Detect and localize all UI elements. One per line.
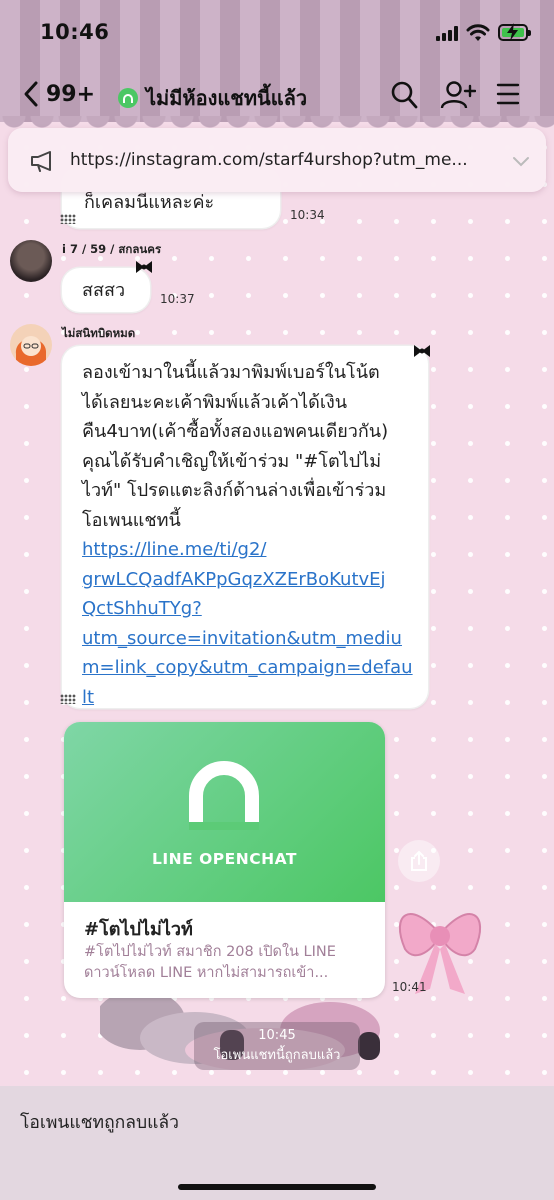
chevron-down-icon[interactable] xyxy=(512,156,530,168)
lace-decoration xyxy=(60,214,76,224)
announcement-banner[interactable]: https://instagram.com/starf4urshop?utm_m… xyxy=(8,128,546,192)
navigation-bar: 99+ ไม่มีห้องแชทนี้แล้ว xyxy=(0,70,554,120)
card-brand: LINE OPENCHAT xyxy=(152,850,297,868)
wifi-icon xyxy=(466,24,490,41)
bow-icon xyxy=(136,261,152,273)
message-bubble[interactable]: สสสว xyxy=(62,268,150,312)
message-text: สสสว xyxy=(82,280,126,301)
card-hero-image: LINE OPENCHAT xyxy=(64,722,385,902)
status-time: 10:46 xyxy=(40,20,110,44)
system-message-time: 10:45 xyxy=(258,1028,296,1043)
message-time: 10:41 xyxy=(392,980,427,994)
system-message: 10:45 โอเพนแชทนี้ถูกลบแล้ว xyxy=(194,1022,360,1070)
card-title: #โตไปไม่ไวท์ xyxy=(84,919,193,940)
invitation-link[interactable]: https://line.me/ti/g2/ grwLCQadfAKPpGqzX… xyxy=(82,535,428,712)
openchat-icon xyxy=(118,88,138,108)
chat-title: ไม่มีห้องแชทนี้แล้ว xyxy=(146,86,308,110)
avatar[interactable] xyxy=(10,240,52,282)
message-time: 10:37 xyxy=(160,292,195,306)
line-openchat-logo-icon xyxy=(189,761,259,830)
share-icon xyxy=(411,850,427,871)
status-bar: 10:46 xyxy=(0,0,554,64)
share-button[interactable] xyxy=(398,840,440,882)
message-text: ก็เคลมนีแหละค่ะ xyxy=(84,192,215,213)
lace-decoration xyxy=(60,694,76,704)
system-message-text: โอเพนแชทนี้ถูกลบแล้ว xyxy=(213,1048,341,1063)
message-bubble[interactable]: ลองเข้ามาในนี้แล้วมาพิมพ์เบอร์ในโน้ต ได้… xyxy=(62,346,428,708)
chat-title-group[interactable]: ไม่มีห้องแชทนี้แล้ว xyxy=(118,82,307,114)
menu-icon[interactable] xyxy=(496,80,520,108)
sender-name: ไม่สนิทบิดหมด xyxy=(62,326,136,340)
home-indicator[interactable] xyxy=(178,1184,376,1190)
chevron-left-icon xyxy=(24,81,38,107)
cellular-signal-icon xyxy=(436,26,458,41)
search-icon[interactable] xyxy=(390,80,418,110)
sender-name: i 7 / 59 / สกลนคร xyxy=(62,242,162,256)
card-description: #โตไปไม่ไวท์ สมาชิก 208 เปิดใน LINE ดาวน… xyxy=(84,944,336,981)
message-text: ลองเข้ามาในนี้แล้วมาพิมพ์เบอร์ในโน้ต ได้… xyxy=(82,362,389,531)
openchat-invite-card[interactable]: LINE OPENCHAT #โตไปไม่ไวท์ #โตไปไม่ไวท์ … xyxy=(64,722,385,998)
chat-deleted-notice: โอเพนแชทถูกลบแล้ว xyxy=(20,1113,179,1133)
battery-charging-icon xyxy=(498,23,531,41)
back-button[interactable]: 99+ xyxy=(22,80,95,108)
megaphone-icon xyxy=(31,151,51,172)
announcement-link: https://instagram.com/starf4urshop?utm_m… xyxy=(70,150,468,170)
bottom-status-bar: โอเพนแชทถูกลบแล้ว xyxy=(0,1086,554,1200)
add-friend-icon[interactable] xyxy=(440,80,476,110)
bow-icon xyxy=(414,345,430,357)
message-time: 10:34 xyxy=(290,208,325,222)
avatar[interactable] xyxy=(10,324,52,366)
unread-count: 99+ xyxy=(46,81,96,107)
